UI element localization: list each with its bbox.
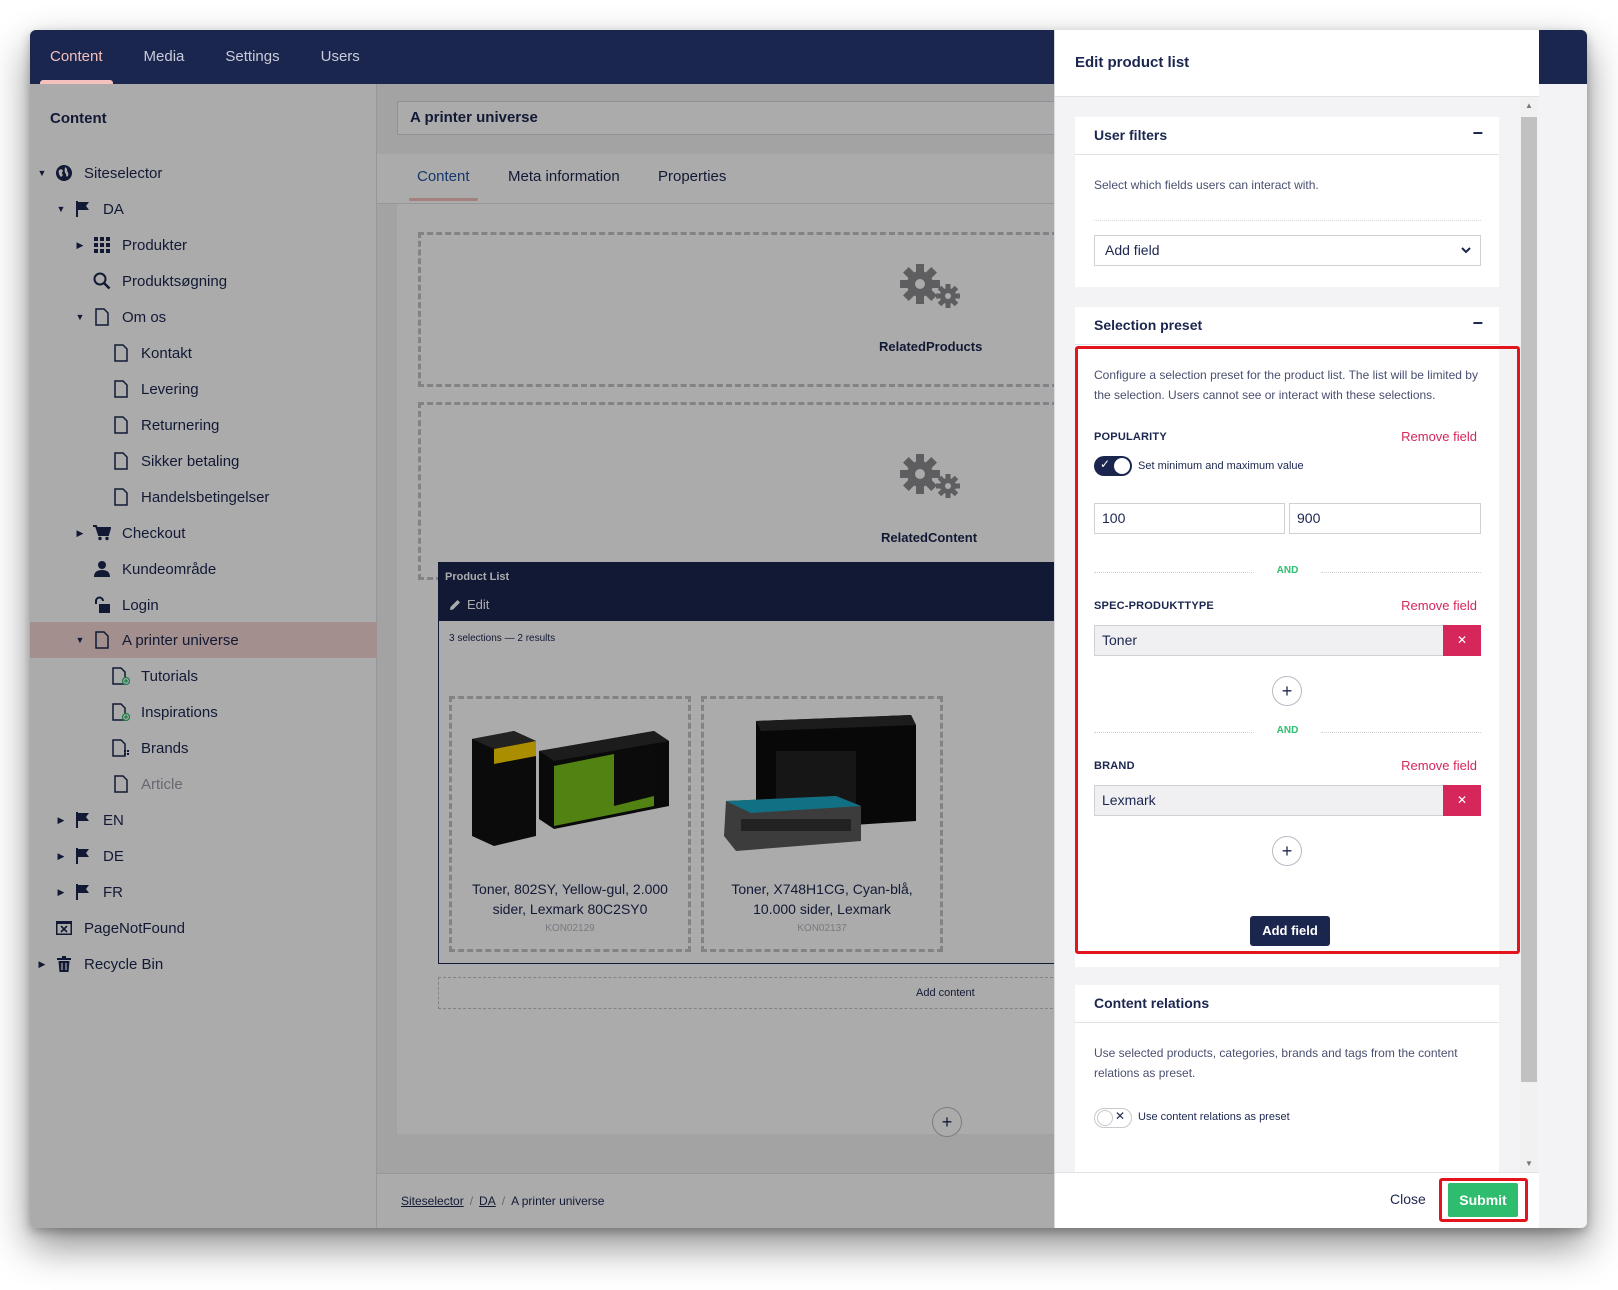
nav-tab-media[interactable]: Media (144, 30, 185, 84)
user-filters-header[interactable]: User filters − (1075, 117, 1499, 155)
selection-preset-header[interactable]: Selection preset − (1075, 307, 1499, 345)
nav-tab-users[interactable]: Users (321, 30, 360, 84)
content-relations-section: Content relations Use selected products,… (1075, 985, 1499, 1172)
user-filters-section: User filters − Select which fields users… (1075, 117, 1499, 287)
section-title: Selection preset (1094, 317, 1203, 333)
nav-tab-content[interactable]: Content (40, 30, 113, 84)
nav-tab-settings[interactable]: Settings (225, 30, 279, 84)
toggle-label: Use content relations as preset (1138, 1111, 1290, 1123)
close-button[interactable]: Close (1390, 1191, 1426, 1207)
select-value: Add field (1105, 242, 1160, 258)
panel-footer: Close Submit (1055, 1172, 1539, 1228)
content-relations-description: Use selected products, categories, brand… (1094, 1046, 1458, 1080)
panel-header: Edit product list (1055, 30, 1539, 97)
add-user-filter-select[interactable]: Add field (1094, 235, 1481, 266)
highlight-box (1439, 1178, 1528, 1222)
panel-scrollbar[interactable]: ▲ ▼ (1520, 97, 1538, 1172)
section-title: Content relations (1094, 995, 1210, 1011)
highlight-box (1075, 346, 1520, 954)
collapse-icon[interactable]: − (1472, 313, 1483, 334)
content-relations-header[interactable]: Content relations (1075, 985, 1499, 1023)
section-title: User filters (1094, 127, 1168, 143)
edit-product-list-panel: Edit product list User filters − Select … (1054, 30, 1539, 1228)
content-relations-toggle[interactable]: ✕ (1094, 1108, 1132, 1128)
user-filters-description: Select which fields users can interact w… (1094, 178, 1319, 192)
modal-backdrop[interactable] (30, 84, 1056, 1228)
x-icon: ✕ (1115, 1109, 1126, 1123)
app-window: Content Media Settings Users Content ▼ S… (30, 30, 1587, 1228)
panel-title: Edit product list (1075, 54, 1190, 71)
chevron-down-icon (1460, 236, 1472, 276)
collapse-icon[interactable]: − (1472, 123, 1483, 144)
